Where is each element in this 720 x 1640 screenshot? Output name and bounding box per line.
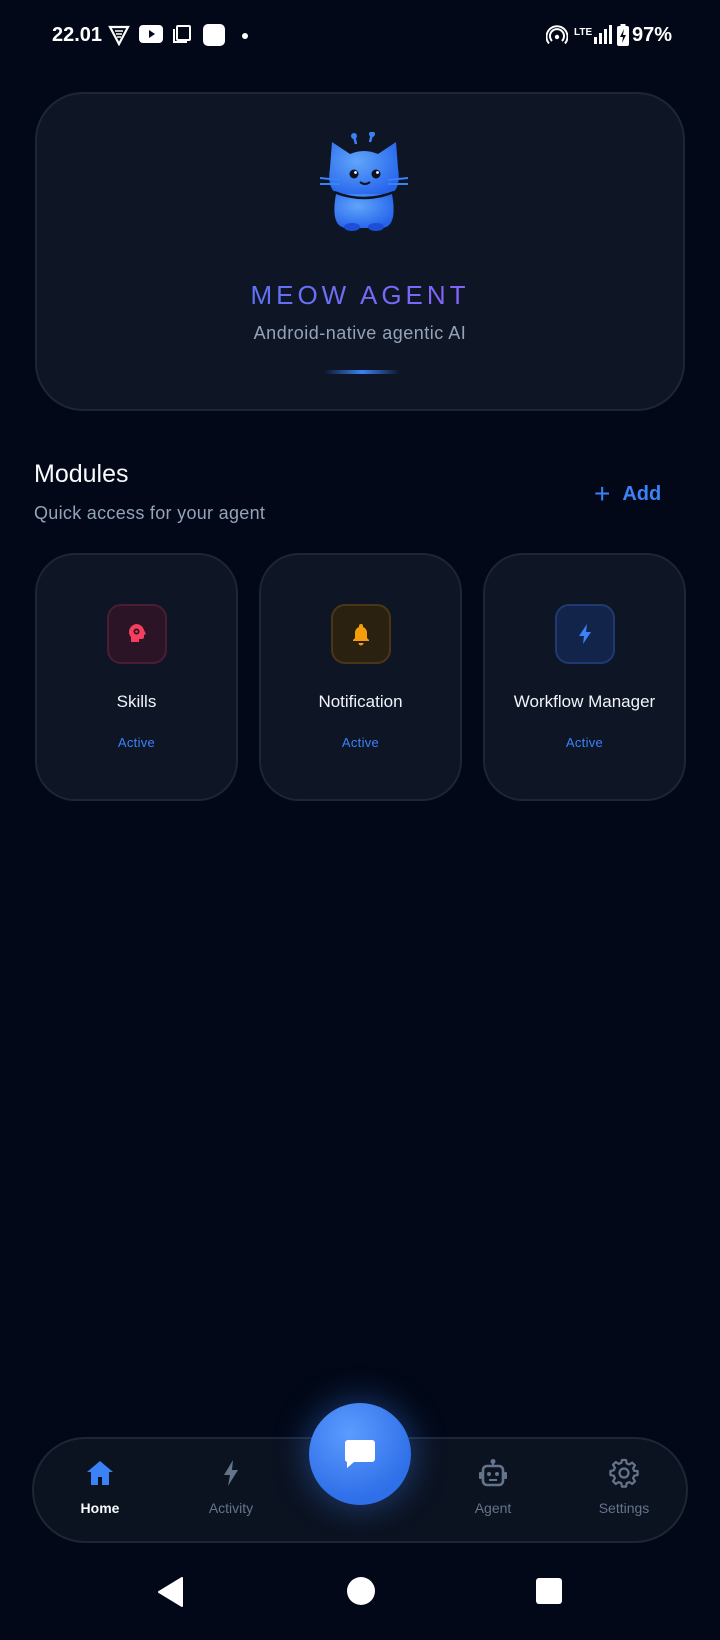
module-name: Skills (116, 692, 157, 711)
module-name: Workflow Manager (513, 692, 656, 711)
bolt-icon (224, 1460, 238, 1486)
brain-gear-icon (107, 604, 167, 664)
bolt-icon (555, 604, 615, 664)
module-card-skills[interactable]: Skills Active (35, 553, 238, 801)
robot-icon (479, 1459, 507, 1487)
app-title: MEOW AGENT (37, 280, 683, 311)
youtube-icon (139, 24, 163, 44)
hero-divider (324, 370, 400, 374)
battery-percent: 97% (631, 24, 672, 46)
gear-icon (609, 1458, 639, 1488)
bell-icon (331, 604, 391, 664)
status-bar: 22.01 LTE 97% (0, 0, 720, 74)
nav-label: Agent (474, 1500, 512, 1516)
signal-icon (594, 24, 614, 44)
app-subtitle: Android-native agentic AI (253, 323, 467, 343)
add-module-button[interactable]: + Add (594, 479, 661, 509)
nav-home[interactable]: Home (50, 1458, 150, 1528)
home-icon (87, 1461, 113, 1485)
vpn-icon (108, 24, 130, 46)
copy-icon (172, 24, 192, 44)
add-label: Add (622, 482, 662, 505)
nav-settings[interactable]: Settings (574, 1458, 674, 1528)
nav-label: Home (80, 1500, 120, 1516)
app-icon (203, 24, 225, 46)
dot-icon (242, 33, 248, 39)
network-type: LTE (574, 27, 593, 38)
hero-card: MEOW AGENT Android-native agentic AI (35, 92, 685, 411)
system-nav-bar (0, 1560, 720, 1640)
module-status: Active (341, 735, 380, 750)
modules-title: Modules (34, 460, 129, 488)
status-time: 22.01 (52, 24, 103, 46)
chat-button[interactable] (309, 1403, 411, 1505)
home-system-button[interactable] (346, 1576, 376, 1611)
module-status: Active (117, 735, 156, 750)
cat-robot-icon (316, 131, 412, 232)
nav-agent[interactable]: Agent (443, 1458, 543, 1528)
module-name: Notification (318, 692, 403, 711)
modules-subtitle: Quick access for your agent (34, 503, 266, 523)
nav-activity[interactable]: Activity (181, 1458, 281, 1528)
battery-charging-icon (617, 24, 629, 46)
back-button[interactable] (158, 1577, 184, 1612)
chat-icon (344, 1440, 375, 1468)
recents-button[interactable] (536, 1578, 562, 1609)
nav-label: Settings (598, 1500, 650, 1516)
hotspot-icon (546, 24, 568, 46)
plus-icon: + (594, 478, 611, 509)
module-card-workflow-manager[interactable]: Workflow Manager Active (483, 553, 686, 801)
nav-label: Activity (208, 1500, 254, 1516)
module-card-notification[interactable]: Notification Active (259, 553, 462, 801)
module-status: Active (565, 735, 604, 750)
